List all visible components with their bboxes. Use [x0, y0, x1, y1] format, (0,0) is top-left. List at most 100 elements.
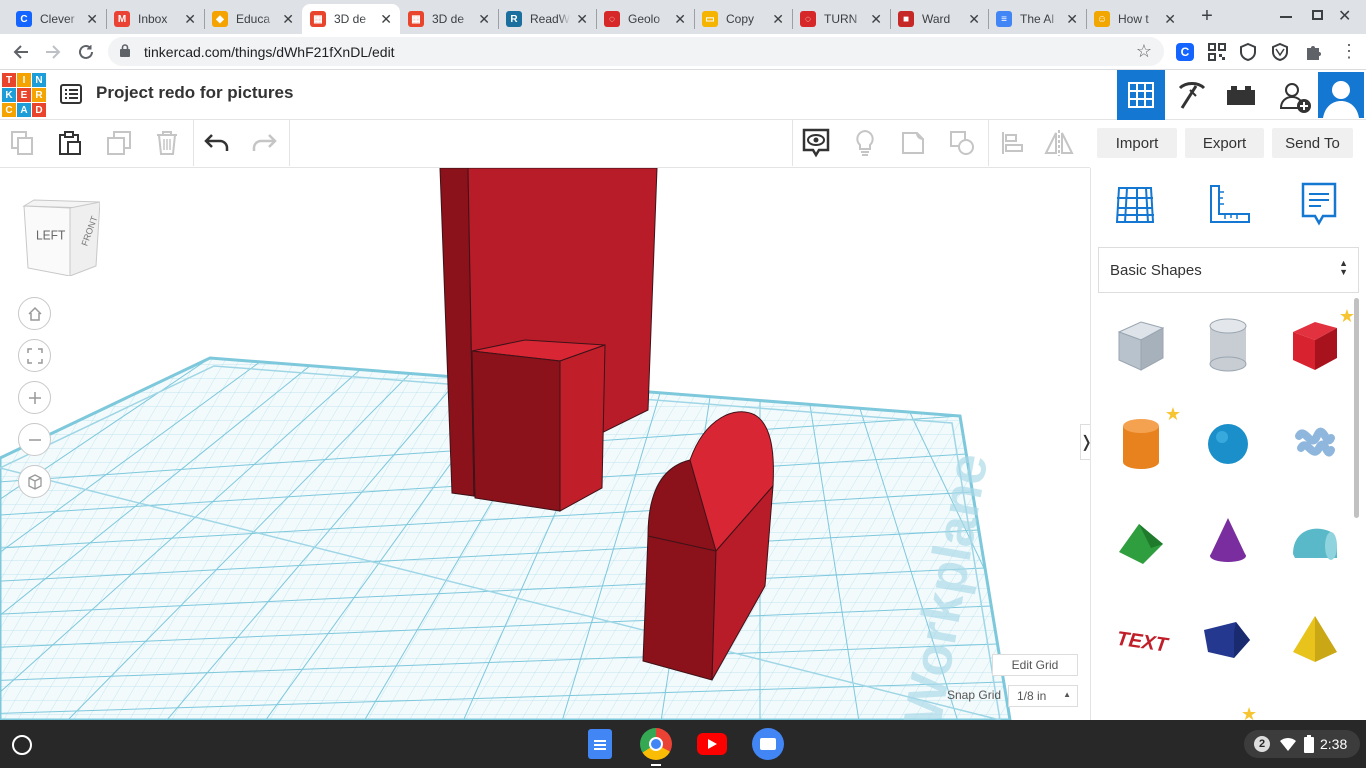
- shape-cylinder-hole[interactable]: [1198, 314, 1258, 376]
- tab-close-icon[interactable]: ✕: [968, 11, 980, 28]
- browser-tab[interactable]: ◌ TURN ✕: [792, 4, 890, 34]
- reload-icon[interactable]: [77, 43, 95, 61]
- zoom-in-button[interactable]: [18, 381, 51, 414]
- home-view-button[interactable]: [18, 297, 51, 330]
- align-button[interactable]: [989, 120, 1035, 166]
- shape-cylinder[interactable]: ★: [1111, 404, 1181, 474]
- tab-close-icon[interactable]: ✕: [282, 11, 294, 28]
- browser-tab[interactable]: ◆ Educa ✕: [204, 4, 302, 34]
- shape-cone[interactable]: [1198, 510, 1258, 572]
- brave-shield-icon[interactable]: [1272, 43, 1288, 61]
- new-tab-button[interactable]: +: [1196, 6, 1218, 28]
- undo-button[interactable]: [194, 120, 240, 166]
- browser-tab[interactable]: ▭ Copy ✕: [694, 4, 792, 34]
- url-field[interactable]: tinkercad.com/things/dWhF21fXnDL/edit ☆: [108, 37, 1164, 66]
- pickaxe-icon[interactable]: [1176, 80, 1208, 110]
- notes-tool-icon[interactable]: [1301, 182, 1337, 226]
- ortho-view-button[interactable]: [18, 465, 51, 498]
- panel-collapse-handle[interactable]: ❭: [1080, 424, 1090, 460]
- close-window-icon[interactable]: ✕: [1338, 6, 1351, 26]
- workplane-tool-icon[interactable]: [1115, 182, 1157, 226]
- tab-close-icon[interactable]: ✕: [870, 11, 882, 28]
- extensions-puzzle-icon[interactable]: [1304, 43, 1322, 61]
- shape-box-hole[interactable]: [1111, 314, 1171, 376]
- tab-close-icon[interactable]: ✕: [380, 11, 392, 28]
- files-icon[interactable]: [752, 728, 784, 760]
- add-user-icon[interactable]: [1278, 80, 1312, 114]
- browser-tab[interactable]: R ReadW ✕: [498, 4, 596, 34]
- tab-close-icon[interactable]: ✕: [1164, 11, 1176, 28]
- red-cube[interactable]: [471, 339, 606, 512]
- chrome-icon[interactable]: [640, 728, 672, 760]
- shape-text[interactable]: TEXT: [1111, 608, 1171, 670]
- browser-tab[interactable]: M Inbox ✕: [106, 4, 204, 34]
- workplane-viewport[interactable]: Workplane LEFT FRONT Edit Grid Snap Grid…: [0, 168, 1090, 720]
- send-to-button[interactable]: Send To: [1272, 128, 1353, 158]
- browser-menu-icon[interactable]: ⋮: [1340, 42, 1358, 60]
- show-all-button[interactable]: [793, 120, 839, 166]
- workplane-scene[interactable]: Workplane: [0, 168, 1090, 720]
- copy-button[interactable]: [0, 120, 46, 166]
- shape-round-roof[interactable]: [1285, 510, 1345, 572]
- snap-grid-select[interactable]: 1/8 in ▲: [1008, 685, 1078, 707]
- panel-scrollbar[interactable]: [1354, 298, 1359, 518]
- view-cube[interactable]: LEFT FRONT: [22, 198, 101, 277]
- shape-roof[interactable]: [1111, 510, 1171, 572]
- paste-button[interactable]: [47, 120, 93, 166]
- export-button[interactable]: Export: [1185, 128, 1264, 158]
- delete-button[interactable]: [144, 120, 190, 166]
- user-avatar[interactable]: [1318, 72, 1364, 118]
- favorite-star-icon: ★: [1338, 306, 1355, 326]
- tab-close-icon[interactable]: ✕: [674, 11, 686, 28]
- redo-button[interactable]: [241, 120, 287, 166]
- tinkercad-logo[interactable]: TIN KER CAD: [2, 73, 46, 117]
- shape-box[interactable]: ★: [1285, 306, 1355, 376]
- shield-extension-icon[interactable]: [1240, 43, 1256, 61]
- browser-tab[interactable]: ☺ How t ✕: [1086, 4, 1184, 34]
- shape-polygon[interactable]: [1198, 608, 1258, 670]
- tab-close-icon[interactable]: ✕: [576, 11, 588, 28]
- youtube-icon[interactable]: [697, 733, 727, 755]
- edit-grid-button[interactable]: Edit Grid: [992, 654, 1078, 676]
- maximize-icon[interactable]: [1312, 10, 1323, 20]
- fit-view-button[interactable]: [18, 339, 51, 372]
- import-button[interactable]: Import: [1097, 128, 1177, 158]
- bricks-icon[interactable]: [1226, 84, 1256, 106]
- minimize-icon[interactable]: [1280, 16, 1292, 18]
- google-docs-icon[interactable]: [588, 729, 612, 759]
- shape-sphere[interactable]: [1198, 412, 1258, 474]
- lock-icon[interactable]: [120, 44, 130, 57]
- design-list-icon[interactable]: [60, 84, 82, 104]
- tab-close-icon[interactable]: ✕: [184, 11, 196, 28]
- mirror-button[interactable]: [1036, 120, 1082, 166]
- ungroup-button[interactable]: [940, 120, 986, 166]
- ruler-tool-icon[interactable]: [1207, 182, 1251, 226]
- tab-close-icon[interactable]: ✕: [772, 11, 784, 28]
- tab-close-icon[interactable]: ✕: [478, 11, 490, 28]
- browser-tab[interactable]: C Clever ✕: [8, 4, 106, 34]
- shape-library-select[interactable]: Basic Shapes ▲ ▼: [1098, 247, 1359, 293]
- project-title[interactable]: Project redo for pictures: [96, 83, 293, 103]
- notification-badge[interactable]: 2: [1254, 736, 1270, 752]
- browser-tab[interactable]: ◌ Geolo ✕: [596, 4, 694, 34]
- notes-button[interactable]: [842, 120, 888, 166]
- bookmark-star-icon[interactable]: ☆: [1136, 41, 1152, 62]
- browser-tab[interactable]: ■ Ward ✕: [890, 4, 988, 34]
- browser-tab[interactable]: ▦ 3D de ✕: [400, 4, 498, 34]
- shape-pyramid[interactable]: [1285, 608, 1345, 670]
- browser-tab[interactable]: ▦ 3D de ✕: [302, 4, 400, 34]
- zoom-out-button[interactable]: [18, 423, 51, 456]
- tab-close-icon[interactable]: ✕: [1066, 11, 1078, 28]
- group-button[interactable]: [891, 120, 937, 166]
- back-icon[interactable]: [12, 43, 30, 61]
- browser-tab[interactable]: ≡ The Al ✕: [988, 4, 1086, 34]
- 3d-view-button[interactable]: [1117, 70, 1165, 120]
- launcher-button[interactable]: [12, 735, 32, 755]
- shape-scribble[interactable]: [1285, 412, 1345, 474]
- clever-extension-icon[interactable]: C: [1176, 43, 1194, 61]
- forward-icon[interactable]: [44, 43, 62, 61]
- qr-code-icon[interactable]: [1208, 43, 1226, 61]
- tab-close-icon[interactable]: ✕: [86, 11, 98, 28]
- view-cube-left-face[interactable]: LEFT: [36, 227, 65, 242]
- duplicate-button[interactable]: [96, 120, 142, 166]
